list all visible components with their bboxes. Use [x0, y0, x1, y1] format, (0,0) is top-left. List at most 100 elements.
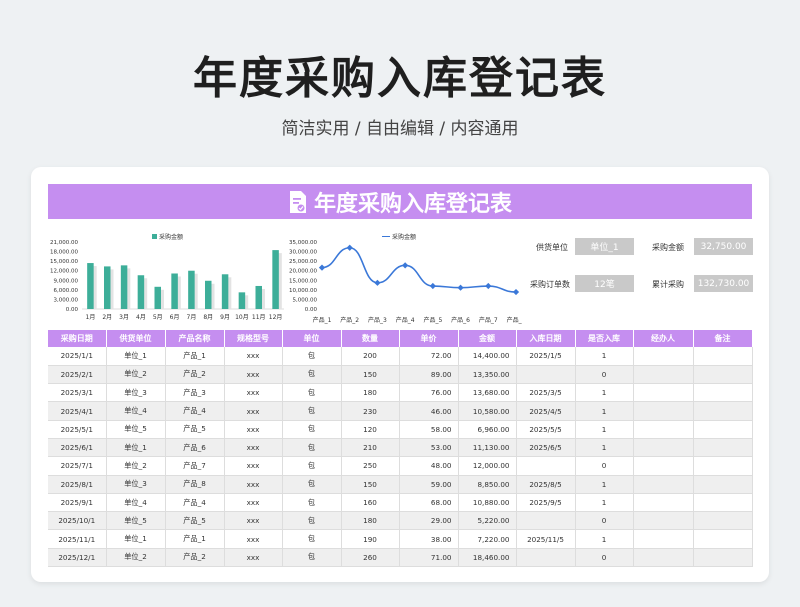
table-row[interactable]: 2025/12/1 单位_2 产品_2 xxx 包 260 71.00 18,460.00 0 — [48, 548, 753, 568]
cell-unit[interactable]: 包 — [282, 529, 342, 549]
cell-spec[interactable]: xxx — [224, 420, 283, 439]
cell-handler[interactable] — [633, 365, 694, 385]
cell-spec[interactable]: xxx — [224, 475, 283, 494]
cell-amount[interactable]: 5,220.00 — [458, 511, 517, 531]
cell-unit[interactable]: 包 — [282, 456, 342, 476]
cell-handler[interactable] — [633, 493, 694, 513]
cell-supplier[interactable]: 单位_2 — [106, 548, 166, 568]
cell-supplier[interactable]: 单位_3 — [106, 383, 166, 403]
cell-stocked[interactable]: 1 — [575, 529, 634, 549]
cell-qty[interactable]: 150 — [341, 365, 400, 385]
column-header-price[interactable]: 单价 — [399, 330, 459, 347]
column-header-stocked[interactable]: 是否入库 — [575, 330, 634, 347]
cell-date[interactable]: 2025/10/1 — [48, 511, 107, 531]
cell-product[interactable]: 产品_6 — [165, 438, 225, 458]
cell-price[interactable]: 46.00 — [399, 401, 459, 421]
cell-in-date[interactable]: 2025/5/5 — [516, 420, 576, 439]
cell-amount[interactable]: 13,350.00 — [458, 365, 517, 385]
cell-product[interactable]: 产品_5 — [165, 511, 225, 531]
cell-supplier[interactable]: 单位_2 — [106, 365, 166, 385]
cell-unit[interactable]: 包 — [282, 347, 342, 366]
column-header-product[interactable]: 产品名称 — [165, 330, 225, 347]
cell-spec[interactable]: xxx — [224, 401, 283, 421]
cell-spec[interactable]: xxx — [224, 438, 283, 458]
cell-stocked[interactable]: 0 — [575, 511, 634, 531]
cell-price[interactable]: 59.00 — [399, 475, 459, 494]
cell-supplier[interactable]: 单位_4 — [106, 493, 166, 513]
cell-supplier[interactable]: 单位_1 — [106, 347, 166, 366]
cell-handler[interactable] — [633, 475, 694, 494]
cell-handler[interactable] — [633, 383, 694, 403]
cell-price[interactable]: 58.00 — [399, 420, 459, 439]
table-row[interactable]: 2025/5/1 单位_5 产品_5 xxx 包 120 58.00 6,960.00 2025… — [48, 420, 753, 439]
cell-product[interactable]: 产品_4 — [165, 401, 225, 421]
cell-unit[interactable]: 包 — [282, 420, 342, 439]
cell-handler[interactable] — [633, 511, 694, 531]
column-header-spec[interactable]: 规格型号 — [224, 330, 283, 347]
column-header-note[interactable]: 备注 — [693, 330, 753, 347]
column-header-handler[interactable]: 经办人 — [633, 330, 694, 347]
cell-unit[interactable]: 包 — [282, 475, 342, 494]
table-row[interactable]: 2025/3/1 单位_3 产品_3 xxx 包 180 76.00 13,680.00 202… — [48, 383, 753, 403]
cell-product[interactable]: 产品_2 — [165, 548, 225, 568]
cell-amount[interactable]: 14,400.00 — [458, 347, 517, 366]
cell-stocked[interactable]: 0 — [575, 456, 634, 476]
cell-stocked[interactable]: 1 — [575, 420, 634, 439]
cell-product[interactable]: 产品_8 — [165, 475, 225, 494]
table-row[interactable]: 2025/4/1 单位_4 产品_4 xxx 包 230 46.00 10,580.00 202… — [48, 401, 753, 421]
table-row[interactable]: 2025/10/1 单位_5 产品_5 xxx 包 180 29.00 5,220.00 0 — [48, 511, 753, 531]
cell-spec[interactable]: xxx — [224, 456, 283, 476]
cell-stocked[interactable]: 1 — [575, 383, 634, 403]
cell-product[interactable]: 产品_1 — [165, 529, 225, 549]
cell-date[interactable]: 2025/5/1 — [48, 420, 107, 439]
cell-note[interactable] — [693, 511, 753, 531]
cell-handler[interactable] — [633, 548, 694, 568]
cell-unit[interactable]: 包 — [282, 548, 342, 568]
cell-product[interactable]: 产品_2 — [165, 365, 225, 385]
cell-date[interactable]: 2025/11/1 — [48, 529, 107, 549]
cell-note[interactable] — [693, 420, 753, 439]
cell-supplier[interactable]: 单位_1 — [106, 529, 166, 549]
cell-stocked[interactable]: 1 — [575, 347, 634, 366]
cell-note[interactable] — [693, 401, 753, 421]
cell-qty[interactable]: 260 — [341, 548, 400, 568]
cell-stocked[interactable]: 0 — [575, 548, 634, 568]
table-row[interactable]: 2025/2/1 单位_2 产品_2 xxx 包 150 89.00 13,350.00 0 — [48, 365, 753, 385]
cell-date[interactable]: 2025/7/1 — [48, 456, 107, 476]
cell-amount[interactable]: 10,880.00 — [458, 493, 517, 513]
cell-amount[interactable]: 13,680.00 — [458, 383, 517, 403]
cell-date[interactable]: 2025/3/1 — [48, 383, 107, 403]
table-row[interactable]: 2025/6/1 单位_1 产品_6 xxx 包 210 53.00 11,130.00 202… — [48, 438, 753, 458]
cell-product[interactable]: 产品_3 — [165, 383, 225, 403]
cell-amount[interactable]: 7,220.00 — [458, 529, 517, 549]
cell-amount[interactable]: 8,850.00 — [458, 475, 517, 494]
cell-in-date[interactable]: 2025/1/5 — [516, 347, 576, 366]
cell-amount[interactable]: 18,460.00 — [458, 548, 517, 568]
cell-stocked[interactable]: 1 — [575, 475, 634, 494]
cell-note[interactable] — [693, 456, 753, 476]
cell-amount[interactable]: 10,580.00 — [458, 401, 517, 421]
cell-handler[interactable] — [633, 438, 694, 458]
cell-handler[interactable] — [633, 347, 694, 366]
cell-in-date[interactable] — [516, 511, 576, 531]
cell-date[interactable]: 2025/6/1 — [48, 438, 107, 458]
cell-note[interactable] — [693, 438, 753, 458]
supplier-select[interactable]: 单位_1 — [575, 238, 634, 255]
cell-unit[interactable]: 包 — [282, 438, 342, 458]
cell-supplier[interactable]: 单位_4 — [106, 401, 166, 421]
column-header-in-date[interactable]: 入库日期 — [516, 330, 576, 347]
cell-price[interactable]: 29.00 — [399, 511, 459, 531]
cell-amount[interactable]: 12,000.00 — [458, 456, 517, 476]
cell-date[interactable]: 2025/1/1 — [48, 347, 107, 366]
cell-stocked[interactable]: 1 — [575, 401, 634, 421]
cell-amount[interactable]: 11,130.00 — [458, 438, 517, 458]
cell-stocked[interactable]: 0 — [575, 365, 634, 385]
cell-supplier[interactable]: 单位_5 — [106, 511, 166, 531]
cell-handler[interactable] — [633, 529, 694, 549]
table-row[interactable]: 2025/1/1 单位_1 产品_1 xxx 包 200 72.00 14,400.00 202… — [48, 347, 753, 366]
cell-price[interactable]: 89.00 — [399, 365, 459, 385]
cell-handler[interactable] — [633, 420, 694, 439]
cell-product[interactable]: 产品_1 — [165, 347, 225, 366]
cell-spec[interactable]: xxx — [224, 383, 283, 403]
cell-unit[interactable]: 包 — [282, 383, 342, 403]
